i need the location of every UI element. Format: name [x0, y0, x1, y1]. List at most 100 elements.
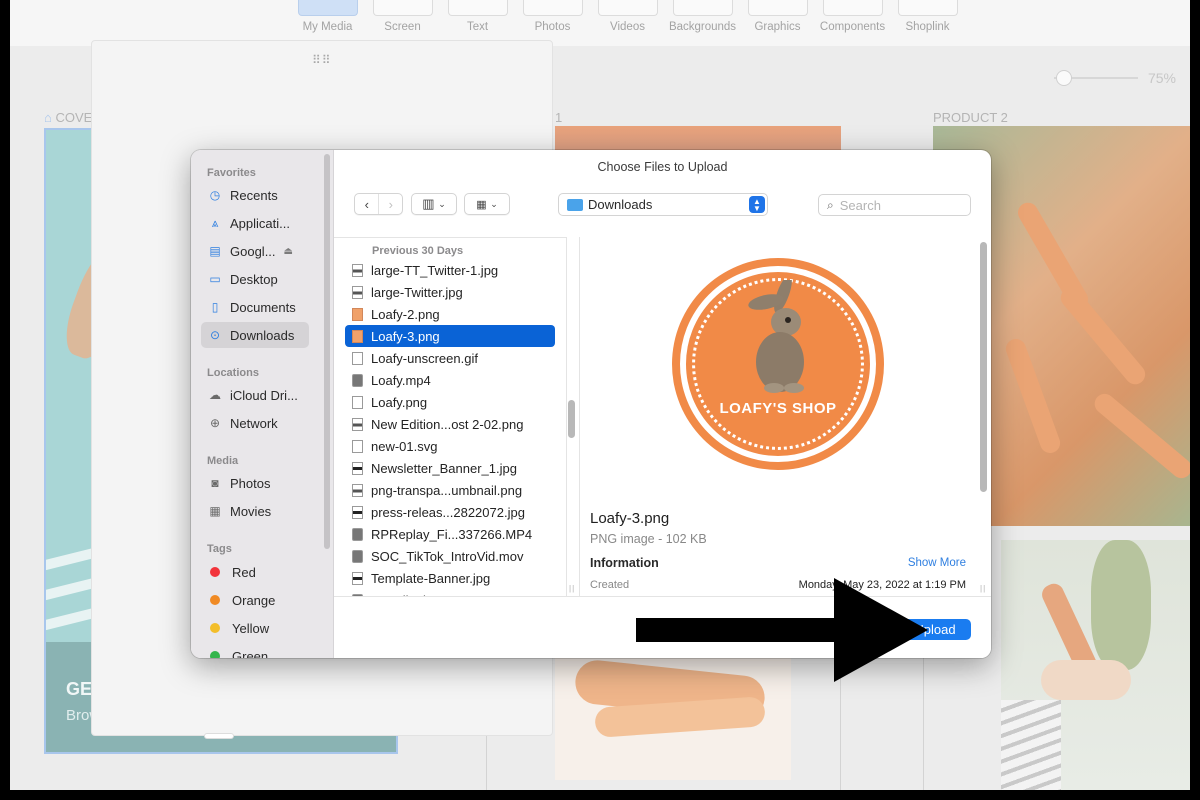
- tag-dot-icon: [210, 651, 220, 658]
- tag-dot-icon: [210, 623, 220, 633]
- list-section-header: Previous 30 Days: [372, 245, 464, 257]
- forward-chevron-icon[interactable]: ›: [378, 194, 402, 214]
- chevron-down-icon: ⌄: [438, 198, 446, 209]
- tab-label: Videos: [610, 21, 645, 33]
- sidebar-item-google-drive[interactable]: ▤ Googl... ⏏: [201, 238, 309, 264]
- page1-label: 1: [555, 110, 563, 125]
- file-preview: LOAFY'S SHOP Loafy-3.png PNG image - 102…: [580, 238, 976, 596]
- camera-icon: ◙: [211, 476, 219, 490]
- sidebar-item-label: Red: [232, 564, 256, 580]
- sidebar-item-documents[interactable]: ▯ Documents: [201, 294, 309, 320]
- sidebar-item-downloads[interactable]: ⊙ Downloads: [201, 322, 309, 348]
- zoom-control[interactable]: 75%: [1053, 70, 1176, 86]
- sidebar-item-recents[interactable]: ◷ Recents: [201, 182, 309, 208]
- bunny-image: [748, 280, 804, 393]
- sidebar-item-icloud[interactable]: ☁ iCloud Dri...: [201, 382, 309, 408]
- sidebar-item-network[interactable]: ⊕ Network: [201, 410, 309, 436]
- search-input[interactable]: ⌕ Search: [818, 194, 971, 216]
- file-thumbnail-icon: [352, 263, 363, 277]
- preview-file-type: PNG image - 102 KB: [590, 532, 707, 546]
- preview-scrollbar[interactable]: [980, 242, 987, 492]
- file-row[interactable]: test_tiktok.mov: [345, 589, 555, 596]
- file-row[interactable]: New Edition...ost 2-02.png: [345, 413, 555, 435]
- editor-tab-graphics[interactable]: Graphics: [740, 0, 815, 46]
- sidebar-tag-red[interactable]: Red: [201, 559, 309, 585]
- tab-icon: [523, 0, 583, 16]
- favorites-header: Favorites: [207, 167, 256, 179]
- editor-tab-shoplink[interactable]: Shoplink: [890, 0, 965, 46]
- column-view-button[interactable]: ▥ ⌄: [411, 193, 457, 215]
- tab-label: Graphics: [754, 21, 801, 33]
- sidebar-item-label: iCloud Dri...: [230, 387, 298, 403]
- sidebar-item-photos[interactable]: ◙ Photos: [201, 470, 309, 496]
- file-name: large-TT_Twitter-1.jpg: [371, 262, 499, 278]
- updown-chevron-icon: ▲ ▼: [749, 196, 765, 213]
- file-name: RPReplay_Fi...337266.MP4: [371, 526, 533, 542]
- desktop-icon: ▭: [209, 272, 221, 286]
- file-list: Previous 30 Days large-TT_Twitter-1.jpgl…: [334, 237, 566, 596]
- preview-file-name: Loafy-3.png: [590, 510, 670, 527]
- loafy-shop-logo: LOAFY'S SHOP: [672, 258, 884, 470]
- sidebar-tag-yellow[interactable]: Yellow: [201, 615, 309, 641]
- file-name: Loafy-unscreen.gif: [371, 350, 478, 366]
- file-row[interactable]: RPReplay_Fi...337266.MP4: [345, 523, 555, 545]
- file-row[interactable]: Newsletter_Banner_1.jpg: [345, 457, 555, 479]
- drag-grip-icon[interactable]: ⠿⠿: [312, 53, 332, 67]
- tab-icon: [748, 0, 808, 16]
- tab-icon: [673, 0, 733, 16]
- file-row[interactable]: Loafy-2.png: [345, 303, 555, 325]
- zoom-slider[interactable]: [1053, 70, 1138, 86]
- sidebar-scrollbar[interactable]: [324, 154, 330, 549]
- file-thumbnail-icon: [352, 439, 363, 453]
- file-row[interactable]: new-01.svg: [345, 435, 555, 457]
- tab-label: Screen: [384, 21, 421, 33]
- file-thumbnail-icon: [352, 461, 363, 475]
- column-divider[interactable]: [566, 237, 567, 596]
- file-row[interactable]: SOC_TikTok_IntroVid.mov: [345, 545, 555, 567]
- sidebar-item-label: Desktop: [230, 271, 278, 287]
- sidebar-tag-green[interactable]: Green: [201, 643, 309, 658]
- nav-buttons: ‹ ›: [354, 193, 403, 215]
- file-row[interactable]: Loafy-unscreen.gif: [345, 347, 555, 369]
- editor-tab-backgrounds[interactable]: Backgrounds: [665, 0, 740, 46]
- file-thumbnail-icon: [352, 307, 363, 321]
- panel-resize-handle[interactable]: [204, 733, 234, 739]
- applications-icon: ⩓: [211, 215, 219, 230]
- sidebar-tag-orange[interactable]: Orange: [201, 587, 309, 613]
- file-name: New Edition...ost 2-02.png: [371, 416, 524, 432]
- file-row[interactable]: press-releas...2822072.jpg: [345, 501, 555, 523]
- file-row[interactable]: Loafy.mp4: [345, 369, 555, 391]
- carrot-photo-top[interactable]: [555, 126, 841, 152]
- tab-label: Backgrounds: [668, 21, 737, 33]
- media-header: Media: [207, 455, 239, 467]
- column-resize-icon[interactable]: ||: [980, 584, 986, 593]
- sidebar-item-desktop[interactable]: ▭ Desktop: [201, 266, 309, 292]
- file-list-scrollbar[interactable]: [568, 400, 575, 438]
- tab-label: Photos: [534, 21, 571, 33]
- file-row[interactable]: png-transpa...umbnail.png: [345, 479, 555, 501]
- show-more-link[interactable]: Show More: [908, 557, 966, 569]
- file-row[interactable]: Loafy-3.png: [345, 325, 555, 347]
- file-name: Template-Banner.jpg: [371, 570, 491, 586]
- file-thumbnail-icon: [352, 395, 363, 409]
- eject-icon[interactable]: ⏏: [284, 246, 293, 257]
- file-row[interactable]: large-Twitter.jpg: [345, 281, 555, 303]
- file-thumbnail-icon: [352, 373, 363, 387]
- file-row[interactable]: Template-Banner.jpg: [345, 567, 555, 589]
- file-row[interactable]: Loafy.png: [345, 391, 555, 413]
- tab-icon: [823, 0, 883, 16]
- back-chevron-icon[interactable]: ‹: [355, 194, 378, 214]
- carrot-hand-photo[interactable]: [1001, 540, 1190, 790]
- drive-folder-icon: ▤: [209, 244, 221, 258]
- editor-tab-videos[interactable]: Videos: [590, 0, 665, 46]
- location-dropdown[interactable]: Downloads ▲ ▼: [558, 193, 768, 216]
- information-header: Information: [590, 556, 659, 570]
- zoom-knob[interactable]: [1055, 70, 1072, 86]
- sidebar-item-label: Orange: [232, 592, 276, 608]
- column-resize-icon[interactable]: ||: [569, 584, 575, 593]
- grid-view-button[interactable]: ▦ ⌄: [464, 193, 510, 215]
- editor-tab-components[interactable]: Components: [815, 0, 890, 46]
- sidebar-item-applications[interactable]: ⩓ Applicati...: [201, 210, 309, 236]
- sidebar-item-movies[interactable]: ▦ Movies: [201, 498, 309, 524]
- file-row[interactable]: large-TT_Twitter-1.jpg: [345, 259, 555, 281]
